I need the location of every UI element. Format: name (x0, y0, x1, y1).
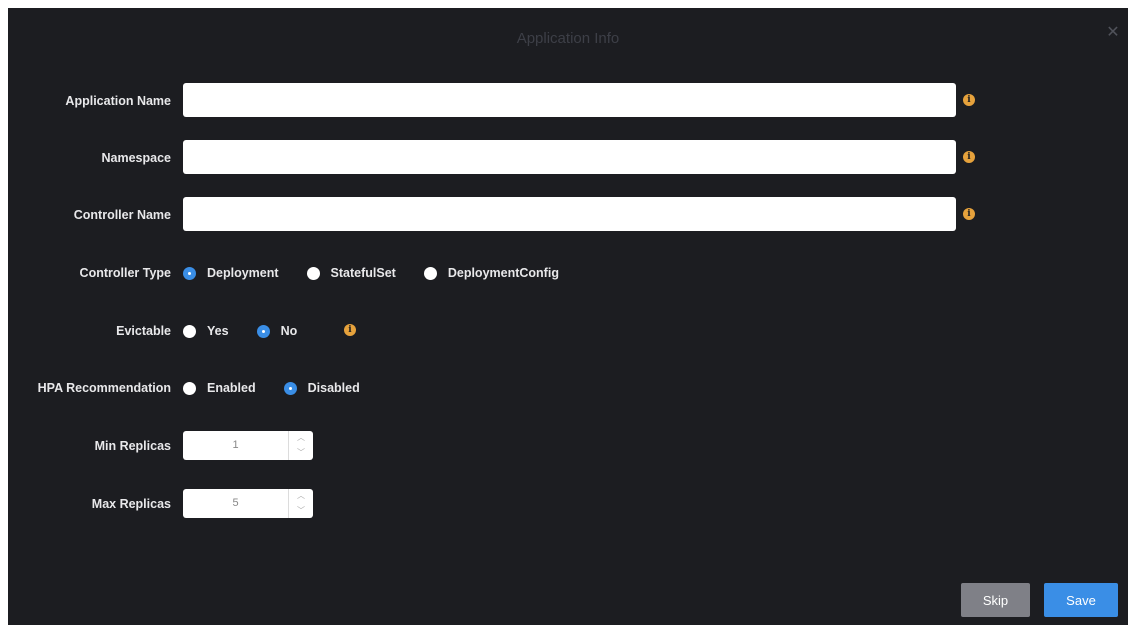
close-icon[interactable]: ✕ (1104, 24, 1122, 42)
namespace-input[interactable] (183, 140, 956, 174)
min-replicas-label: Min Replicas (94, 439, 171, 453)
radio-label: Yes (207, 324, 229, 338)
controller-name-label: Controller Name (73, 208, 171, 222)
max-replicas-stepper[interactable]: 5 ︿ ﹀ (183, 489, 313, 518)
max-replicas-label: Max Replicas (91, 497, 171, 511)
stepper-arrows: ︿ ﹀ (288, 431, 313, 460)
hpa-recommendation-label: HPA Recommendation (37, 381, 171, 395)
radio-label: StatefulSet (330, 266, 396, 280)
radio-label: No (280, 324, 298, 338)
radio-label: DeploymentConfig (447, 266, 559, 280)
controller-type-statefulset-option[interactable]: StatefulSet (306, 266, 396, 280)
save-button[interactable]: Save (1044, 583, 1118, 617)
evictable-yes-option[interactable]: Yes (183, 324, 229, 338)
application-info-dialog: Application Info ✕ Application Name i Na… (8, 8, 1128, 625)
chevron-down-icon[interactable]: ﹀ (289, 504, 313, 519)
controller-type-deployment-option[interactable]: Deployment (183, 266, 279, 280)
radio-label: Disabled (307, 381, 360, 395)
stepper-value[interactable]: 5 (183, 489, 288, 518)
stepper-value[interactable]: 1 (183, 431, 288, 460)
radio-checked-icon[interactable] (183, 266, 196, 280)
application-name-input[interactable] (183, 83, 956, 117)
namespace-label: Namespace (101, 151, 172, 165)
dialog-title: Application Info (516, 30, 620, 47)
stepper-arrows: ︿ ﹀ (288, 489, 313, 518)
controller-type-radio-group: Deployment StatefulSet DeploymentConfig (183, 266, 587, 280)
evictable-label: Evictable (116, 324, 171, 338)
radio-unchecked-icon[interactable] (183, 381, 196, 395)
chevron-up-icon[interactable]: ︿ (289, 431, 313, 446)
evictable-no-option[interactable]: No (256, 324, 298, 338)
info-icon[interactable]: i (963, 208, 975, 220)
chevron-up-icon[interactable]: ︿ (289, 489, 313, 504)
info-icon[interactable]: i (963, 94, 975, 106)
radio-label: Deployment (207, 266, 279, 280)
info-icon[interactable]: i (963, 151, 975, 163)
radio-checked-icon[interactable] (283, 381, 297, 395)
controller-type-deploymentconfig-option[interactable]: DeploymentConfig (423, 266, 559, 280)
radio-unchecked-icon[interactable] (423, 266, 437, 280)
radio-unchecked-icon[interactable] (183, 324, 196, 338)
info-icon[interactable]: i (344, 324, 356, 336)
radio-checked-icon[interactable] (256, 324, 270, 338)
evictable-radio-group: Yes No (183, 324, 325, 338)
hpa-recommendation-radio-group: Enabled Disabled (183, 381, 388, 395)
controller-name-input[interactable] (183, 197, 956, 231)
chevron-down-icon[interactable]: ﹀ (289, 446, 313, 461)
skip-button[interactable]: Skip (961, 583, 1030, 617)
radio-unchecked-icon[interactable] (306, 266, 320, 280)
application-name-label: Application Name (65, 94, 171, 108)
hpa-disabled-option[interactable]: Disabled (283, 381, 360, 395)
controller-type-label: Controller Type (79, 266, 171, 280)
radio-label: Enabled (207, 381, 256, 395)
hpa-enabled-option[interactable]: Enabled (183, 381, 256, 395)
min-replicas-stepper[interactable]: 1 ︿ ﹀ (183, 431, 313, 460)
